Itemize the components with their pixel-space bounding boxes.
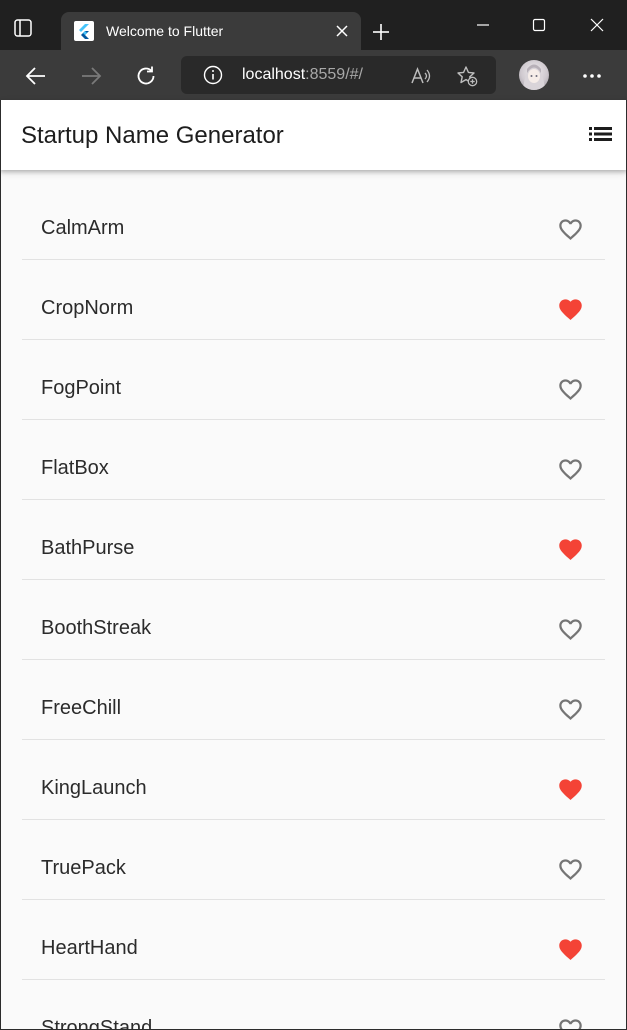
back-arrow-icon[interactable] [22,62,50,90]
startup-name: BathPurse [41,537,135,559]
browser-tab[interactable]: Welcome to Flutter [61,12,361,50]
browser-toolbar: localhost:8559/#/ [0,50,627,100]
minimize-icon[interactable] [463,10,503,40]
read-aloud-icon[interactable] [409,65,431,87]
favorite-outline-heart-icon[interactable] [557,376,584,403]
favorite-outline-heart-icon[interactable] [557,216,584,243]
maximize-icon[interactable] [519,10,559,40]
close-window-icon[interactable] [577,10,617,40]
tab-title: Welcome to Flutter [106,23,224,39]
site-info-icon[interactable] [203,65,223,85]
tab-actions-icon[interactable] [12,17,50,45]
saved-list-button[interactable] [585,120,617,152]
page-title: Startup Name Generator [21,122,284,149]
forward-arrow-icon[interactable] [77,62,105,90]
list-item[interactable]: CropNorm [0,260,627,340]
list-item[interactable]: TruePack [0,820,627,900]
startup-name: FreeChill [41,697,122,719]
list-icon [589,125,613,148]
profile-avatar[interactable] [519,60,549,90]
startup-name: FlatBox [41,457,109,479]
title-bar: Welcome to Flutter [0,0,627,50]
more-options-icon[interactable] [578,62,606,90]
startup-name: KingLaunch [41,777,147,799]
list-item[interactable]: KingLaunch [0,740,627,820]
favorite-outline-heart-icon[interactable] [557,1016,584,1030]
favorite-outline-heart-icon[interactable] [557,856,584,883]
favorite-outline-heart-icon[interactable] [557,456,584,483]
favorite-filled-heart-icon[interactable] [557,776,584,803]
url-path: :8559/#/ [305,66,363,83]
app-bar: Startup Name Generator [0,100,627,170]
list-item[interactable]: FreeChill [0,660,627,740]
favorite-filled-heart-icon[interactable] [557,936,584,963]
address-bar[interactable]: localhost:8559/#/ [181,56,496,94]
startup-name: TruePack [41,857,126,879]
favorite-filled-heart-icon[interactable] [557,296,584,323]
startup-name-list: CalmArm CropNorm FogPoint FlatBox BathPu… [0,170,627,1030]
favorite-outline-heart-icon[interactable] [557,696,584,723]
flutter-logo-icon [74,21,94,41]
new-tab-icon[interactable] [368,19,394,45]
browser-window: Welcome to Flutter localhost:8559/#/ Sta… [0,0,627,1030]
refresh-icon[interactable] [132,62,160,90]
url-host: localhost [242,66,306,83]
url-text[interactable]: localhost:8559/#/ [242,66,363,84]
list-item[interactable]: FogPoint [0,340,627,420]
startup-name: CalmArm [41,217,125,239]
startup-name: HeartHand [41,937,138,959]
list-item[interactable]: BoothStreak [0,580,627,660]
startup-name: BoothStreak [41,617,152,639]
list-item[interactable]: CalmArm [0,180,627,260]
list-item[interactable]: StrongStand [0,980,627,1030]
favorite-outline-heart-icon[interactable] [557,616,584,643]
add-favorite-star-icon[interactable] [456,65,478,87]
list-item[interactable]: FlatBox [0,420,627,500]
startup-name: CropNorm [41,297,134,319]
startup-name: FogPoint [41,377,122,399]
list-item[interactable]: HeartHand [0,900,627,980]
list-item[interactable]: BathPurse [0,500,627,580]
favorite-filled-heart-icon[interactable] [557,536,584,563]
window-border-left [0,100,1,1030]
close-tab-icon[interactable] [327,16,357,46]
